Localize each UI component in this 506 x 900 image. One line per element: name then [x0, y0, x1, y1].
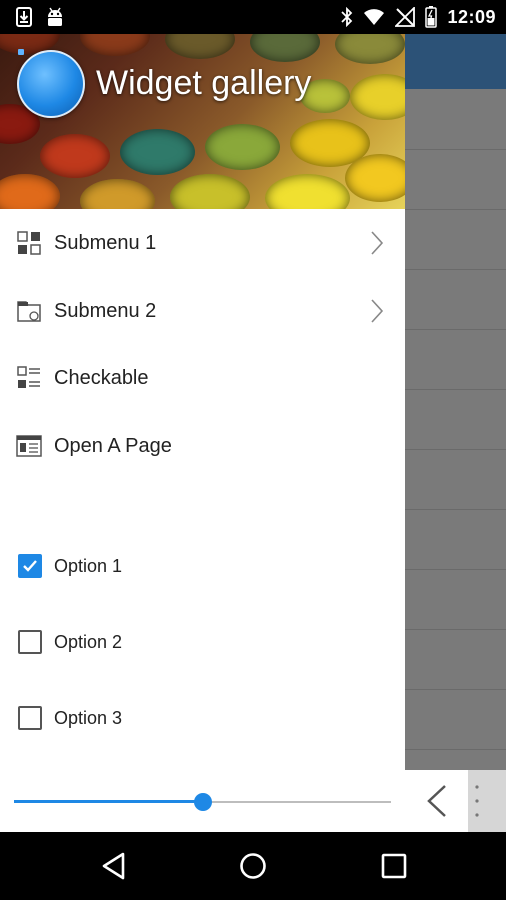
system-nav-bar	[0, 832, 506, 900]
menu-item-submenu-1[interactable]: Submenu 1	[0, 213, 405, 273]
drawer-title: Widget gallery	[96, 64, 312, 102]
menu-item-checkable[interactable]: Checkable	[0, 348, 405, 408]
background-divider	[405, 329, 506, 330]
more-vert-icon	[475, 785, 479, 817]
header-image-decoration	[265, 174, 350, 209]
menu-label: Open A Page	[54, 434, 172, 457]
menu-label: Submenu 1	[54, 231, 157, 254]
overflow-menu-button[interactable]	[468, 770, 506, 832]
option-1-checkbox[interactable]	[18, 554, 42, 578]
chevron-left-icon	[427, 785, 446, 817]
option-2-checkbox[interactable]	[18, 630, 42, 654]
header-image-decoration	[335, 34, 405, 64]
background-divider	[405, 449, 506, 450]
background-divider	[405, 149, 506, 150]
status-time: 12:09	[447, 6, 496, 27]
chevron-right-icon	[371, 231, 384, 255]
background-divider	[405, 269, 506, 270]
back-triangle-icon[interactable]	[99, 851, 129, 881]
background-divider	[405, 749, 506, 750]
option-3-row[interactable]: Option 3	[0, 690, 405, 746]
menu-label: Submenu 2	[54, 299, 157, 322]
android-icon	[48, 7, 62, 26]
header-image-decoration	[205, 124, 280, 170]
no-signal-icon	[395, 7, 416, 27]
drawer-header: Widget gallery	[0, 34, 405, 209]
grid-icon	[17, 231, 41, 255]
header-image-decoration	[170, 174, 250, 209]
wifi-icon	[364, 9, 385, 25]
header-image-decoration	[165, 34, 235, 59]
checkmark-icon	[23, 560, 37, 572]
option-label: Option 1	[54, 555, 123, 576]
header-image-decoration	[250, 34, 320, 62]
header-image-decoration	[120, 129, 195, 175]
background-divider	[405, 569, 506, 570]
slider-fill	[14, 800, 203, 803]
option-label: Option 2	[54, 631, 123, 652]
seek-slider[interactable]	[14, 792, 391, 812]
battery-icon	[425, 6, 438, 28]
header-image-decoration	[350, 74, 405, 120]
chevron-right-icon	[371, 299, 384, 323]
recents-square-icon[interactable]	[379, 851, 409, 881]
slider-thumb[interactable]	[194, 793, 212, 811]
avatar-badge	[18, 49, 24, 55]
background-divider	[405, 689, 506, 690]
page-icon	[16, 435, 42, 457]
option-1-row[interactable]: Option 1	[0, 538, 405, 594]
menu-item-open-a-page[interactable]: Open A Page	[0, 416, 405, 476]
menu-item-submenu-2[interactable]: Submenu 2	[0, 281, 405, 341]
background-divider	[405, 209, 506, 210]
home-circle-icon[interactable]	[238, 851, 268, 881]
header-image-decoration	[80, 34, 150, 56]
header-image-decoration	[345, 154, 405, 202]
background-divider	[405, 629, 506, 630]
background-divider	[405, 509, 506, 510]
status-bar: 12:09	[0, 0, 506, 34]
header-image-decoration	[40, 134, 110, 178]
list-icon	[17, 366, 40, 388]
app-avatar	[17, 50, 85, 118]
background-app-bar	[405, 34, 506, 89]
navigation-drawer: Widget gallery Submenu 1 Submenu 2 Check…	[0, 34, 405, 832]
option-3-checkbox[interactable]	[18, 706, 42, 730]
header-image-decoration	[0, 174, 60, 209]
background-divider	[405, 389, 506, 390]
download-icon	[16, 7, 32, 27]
menu-label: Checkable	[54, 366, 149, 389]
option-label: Option 3	[54, 707, 123, 728]
header-image-decoration	[80, 179, 155, 209]
bluetooth-icon	[341, 7, 353, 27]
option-2-row[interactable]: Option 2	[0, 614, 405, 670]
folder-icon	[17, 301, 41, 322]
back-button[interactable]	[405, 770, 468, 832]
